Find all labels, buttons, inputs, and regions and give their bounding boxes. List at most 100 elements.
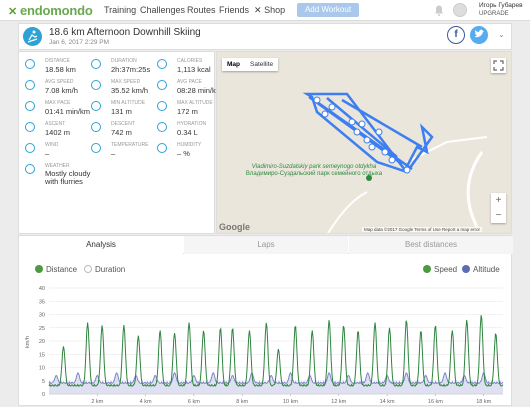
endomondo-logo[interactable]: ✕ endomondo <box>8 3 93 18</box>
avg-speed-icon <box>25 80 35 90</box>
y-tick-label: 20 <box>39 339 45 345</box>
stat-label: WIND <box>45 142 59 148</box>
zoom-out-button[interactable]: − <box>491 208 506 223</box>
nav-challenges[interactable]: Challenges <box>140 5 185 15</box>
tab-analysis[interactable]: Analysis <box>19 236 183 254</box>
toggle-altitude[interactable]: Altitude <box>462 265 500 274</box>
max-speed-icon <box>91 80 101 90</box>
stat-value: 0.34 L <box>177 128 198 137</box>
twitter-share-button[interactable] <box>470 26 488 44</box>
stat-value: 131 m <box>111 107 132 116</box>
calories-icon <box>157 59 167 69</box>
toggle-distance[interactable]: Distance <box>35 265 77 274</box>
stat-min-altitude: MIN ALTITUDE 131 m <box>91 100 159 121</box>
stat-avg-pace: AVG PACE 08:28 min/km <box>157 79 225 100</box>
distance-icon <box>25 59 35 69</box>
stat-label: HUMIDITY <box>177 142 202 148</box>
stat-label: AVG PACE <box>177 79 202 85</box>
map-tab-satellite[interactable]: Satellite <box>245 58 278 71</box>
x-tick-label: 12 km <box>331 399 346 405</box>
stat-label: MAX PACE <box>45 100 71 106</box>
stat-value: 7.08 km/h <box>45 86 78 95</box>
nav-routes[interactable]: Routes <box>187 5 216 15</box>
stat-max-pace: MAX PACE 01:41 min/km <box>25 100 93 121</box>
user-avatar[interactable] <box>453 3 467 17</box>
analysis-tabs: Analysis Laps Best distances <box>19 236 513 254</box>
stat-ascent: ASCENT 1402 m <box>25 121 93 142</box>
fullscreen-button[interactable] <box>491 58 506 73</box>
stat-value: Mostly cloudy with flurries <box>45 169 91 186</box>
checkbox-checked-icon <box>35 265 43 273</box>
stat-value: – % <box>177 149 190 158</box>
tab-laps[interactable]: Laps <box>184 236 348 254</box>
y-tick-label: 25 <box>39 326 45 332</box>
x-tick-label: 6 km <box>188 399 200 405</box>
stat-value: 35.52 km/h <box>111 86 149 95</box>
min-altitude-icon <box>91 101 101 111</box>
checkbox-unchecked-icon <box>84 265 92 273</box>
stat-label: MAX SPEED <box>111 79 141 85</box>
map-attribution[interactable]: Map data ©2017 Google Terms of Use Repor… <box>362 227 483 232</box>
stat-humidity: HUMIDITY – % <box>157 142 225 163</box>
workout-title: 18.6 km Afternoon Downhill Skiing <box>49 27 201 38</box>
stat-value: 742 m <box>111 128 132 137</box>
max-altitude-icon <box>157 101 167 111</box>
duration-icon <box>91 59 101 69</box>
stat-hydration: HYDRATION 0.34 L <box>157 121 225 142</box>
x-tick-label: 4 km <box>140 399 152 405</box>
stat-temperature: TEMPERATURE – <box>91 142 159 163</box>
upgrade-link[interactable]: UPGRADE <box>479 11 509 17</box>
tab-best-distances[interactable]: Best distances <box>349 236 513 254</box>
map-tab-map[interactable]: Map <box>222 58 245 71</box>
y-tick-label: 5 <box>42 379 45 385</box>
stat-value: – <box>45 149 50 158</box>
stat-label: DISTANCE <box>45 58 70 64</box>
user-name[interactable]: Игорь Губарев <box>479 2 523 9</box>
y-tick-label: 40 <box>39 286 45 292</box>
nav-training[interactable]: Training <box>104 5 136 15</box>
stat-value: – <box>111 149 116 158</box>
chevron-down-icon[interactable]: ⌄ <box>498 30 505 39</box>
stat-distance: DISTANCE 18.58 km <box>25 58 93 79</box>
y-tick-label: 15 <box>39 352 45 358</box>
y-tick-label: 30 <box>39 313 45 319</box>
logo-text: endomondo <box>20 3 93 18</box>
stat-label: ASCENT <box>45 121 66 127</box>
notifications-bell-icon[interactable] <box>434 5 444 16</box>
route-map[interactable]: Map Satellite Vladimiro-Suzdalskiy park s… <box>216 51 512 234</box>
zoom-in-button[interactable]: + <box>491 193 506 208</box>
checkbox-checked-icon <box>462 265 470 273</box>
wind-icon <box>25 143 35 153</box>
checkbox-checked-icon <box>423 265 431 273</box>
max-pace-icon <box>25 101 35 111</box>
top-navigation-bar: ✕ endomondo Training Challenges Routes Fr… <box>0 0 530 21</box>
stat-label: TEMPERATURE <box>111 142 149 148</box>
facebook-share-button[interactable]: f <box>447 26 465 44</box>
twitter-bird-icon <box>475 29 484 38</box>
humidity-icon <box>157 143 167 153</box>
toggle-duration[interactable]: Duration <box>84 265 125 274</box>
stat-label: DESCENT <box>111 121 135 127</box>
nav-friends[interactable]: Friends <box>219 5 249 15</box>
stat-label: DURATION <box>111 58 137 64</box>
stat-calories: CALORIES 1,113 kcal <box>157 58 225 79</box>
toggle-speed[interactable]: Speed <box>423 265 457 274</box>
toggle-distance-label: Distance <box>46 265 78 274</box>
stat-label: MAX ALTITUDE <box>177 100 213 106</box>
nav-shop[interactable]: ✕ Shop <box>254 5 285 16</box>
stat-duration: DURATION 2h:37m:25s <box>91 58 159 79</box>
stat-avg-speed: AVG SPEED 7.08 km/h <box>25 79 93 100</box>
google-logo[interactable]: Google <box>219 222 250 232</box>
add-workout-button[interactable]: Add Workout <box>297 3 359 17</box>
toggle-altitude-label: Altitude <box>473 265 500 274</box>
fullscreen-icon <box>493 60 504 71</box>
speed-altitude-chart[interactable]: 0 5 10 15 20 25 30 35 40 km/h 2 km 4 km 6 km 8 km 10 k… <box>19 282 513 407</box>
x-tick-label: 10 km <box>283 399 298 405</box>
stat-max-speed: MAX SPEED 35.52 km/h <box>91 79 159 100</box>
stat-weather: WEATHER Mostly cloudy with flurries <box>25 163 93 186</box>
under-armour-shop-icon: ✕ <box>254 5 262 15</box>
x-tick-label: 16 km <box>428 399 443 405</box>
nav-shop-label: Shop <box>264 5 286 15</box>
under-armour-logo-icon: ✕ <box>8 6 18 18</box>
toggle-speed-label: Speed <box>434 265 458 274</box>
